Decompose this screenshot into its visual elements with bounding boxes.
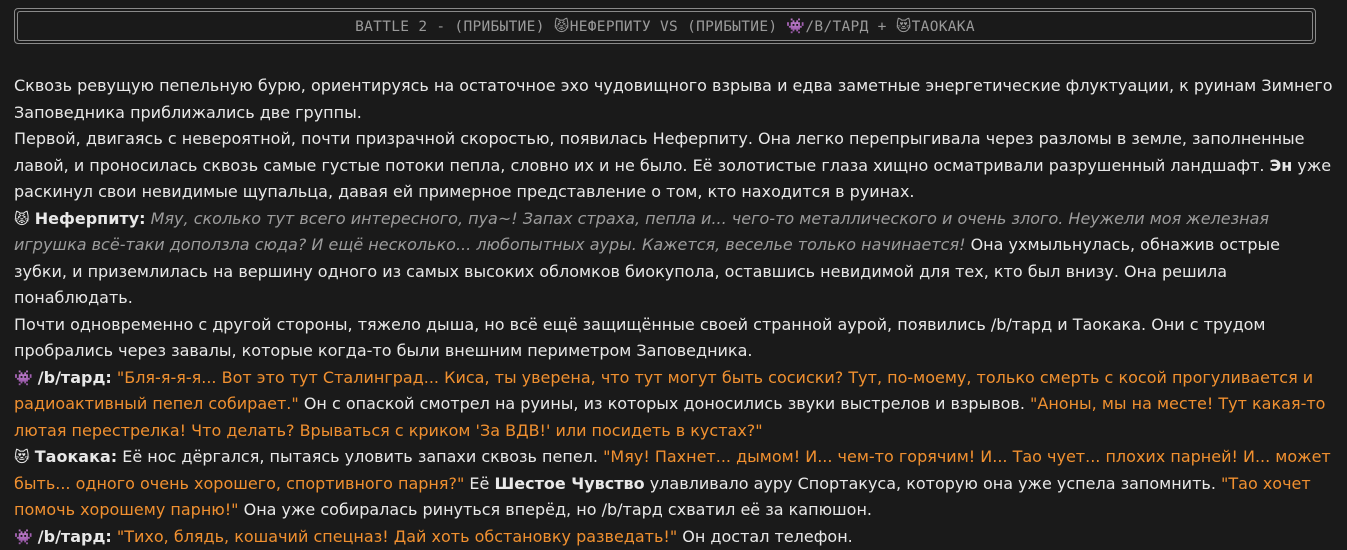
alien-monster-icon: 👾 [14,369,33,387]
speaker-name: Таокака: [35,447,117,466]
story-paragraph-1: Сквозь ревущую пепельную бурю, ориентиру… [14,73,1334,126]
title-fighter-3: ТАОКАКА [912,19,975,35]
alien-monster-icon: 👾 [14,528,33,546]
angry-cat-icon: 😾 [554,17,570,35]
story-paragraph-2: Первой, двигаясь с невероятной, почти пр… [14,126,1334,206]
neferpitou-line: 😾 Неферпиту: Мяу, сколько тут всего инте… [14,206,1334,312]
title-prefix: BATTLE 2 - (ПРИБЫТИЕ) [355,19,554,35]
story-text-segment: Она уже собиралась ринуться вперёд, но /… [239,500,873,519]
story-text-segment: Её [464,474,494,493]
story-text-segment: Первой, двигаясь с невероятной, почти пр… [14,129,1305,175]
battle-title-banner: BATTLE 2 - (ПРИБЫТИЕ) 😾НЕФЕРПИТУ VS (ПРИ… [14,8,1316,44]
heart-eyes-cat-icon: 😻 [896,17,912,35]
story-text-segment: Он с опаской смотрел на руины, из которы… [299,394,1030,413]
speaker-name: /b/тард: [38,368,112,387]
btard-quote: "Тихо, блядь, кошачий спецназ! Дай хоть … [117,527,677,546]
heart-eyes-cat-icon: 😻 [14,448,30,466]
title-fighter-2: /B/ТАРД + [805,19,895,35]
story-text-segment: Её нос дёргался, пытаясь уловить запахи … [117,447,603,466]
btard-line: 👾 /b/тард: "Бля-я-я-я... Вот это тут Ста… [14,365,1334,445]
story-text: Сквозь ревущую пепельную бурю, ориентиру… [14,73,1334,550]
btard-line: 👾 /b/тард: "Тихо, блядь, кошачий спецназ… [14,524,1334,550]
title-fighter-1: НЕФЕРПИТУ VS (ПРИБЫТИЕ) [570,19,787,35]
speaker-name: Неферпиту: [35,209,146,228]
ability-name: Шестое Чувство [494,474,644,493]
story-text-segment: улавливало ауру Спортакуса, которую она … [645,474,1221,493]
battle-title: BATTLE 2 - (ПРИБЫТИЕ) 😾НЕФЕРПИТУ VS (ПРИ… [355,17,975,35]
taokaka-line: 😻 Таокака: Её нос дёргался, пытаясь улов… [14,444,1334,524]
ability-name: Эн [1270,156,1293,175]
angry-cat-icon: 😾 [14,210,30,228]
alien-monster-icon: 👾 [786,17,805,35]
speaker-name: /b/тард: [38,527,112,546]
story-text-segment: Он достал телефон. [677,527,853,546]
story-paragraph-4: Почти одновременно с другой стороны, тяж… [14,312,1334,365]
